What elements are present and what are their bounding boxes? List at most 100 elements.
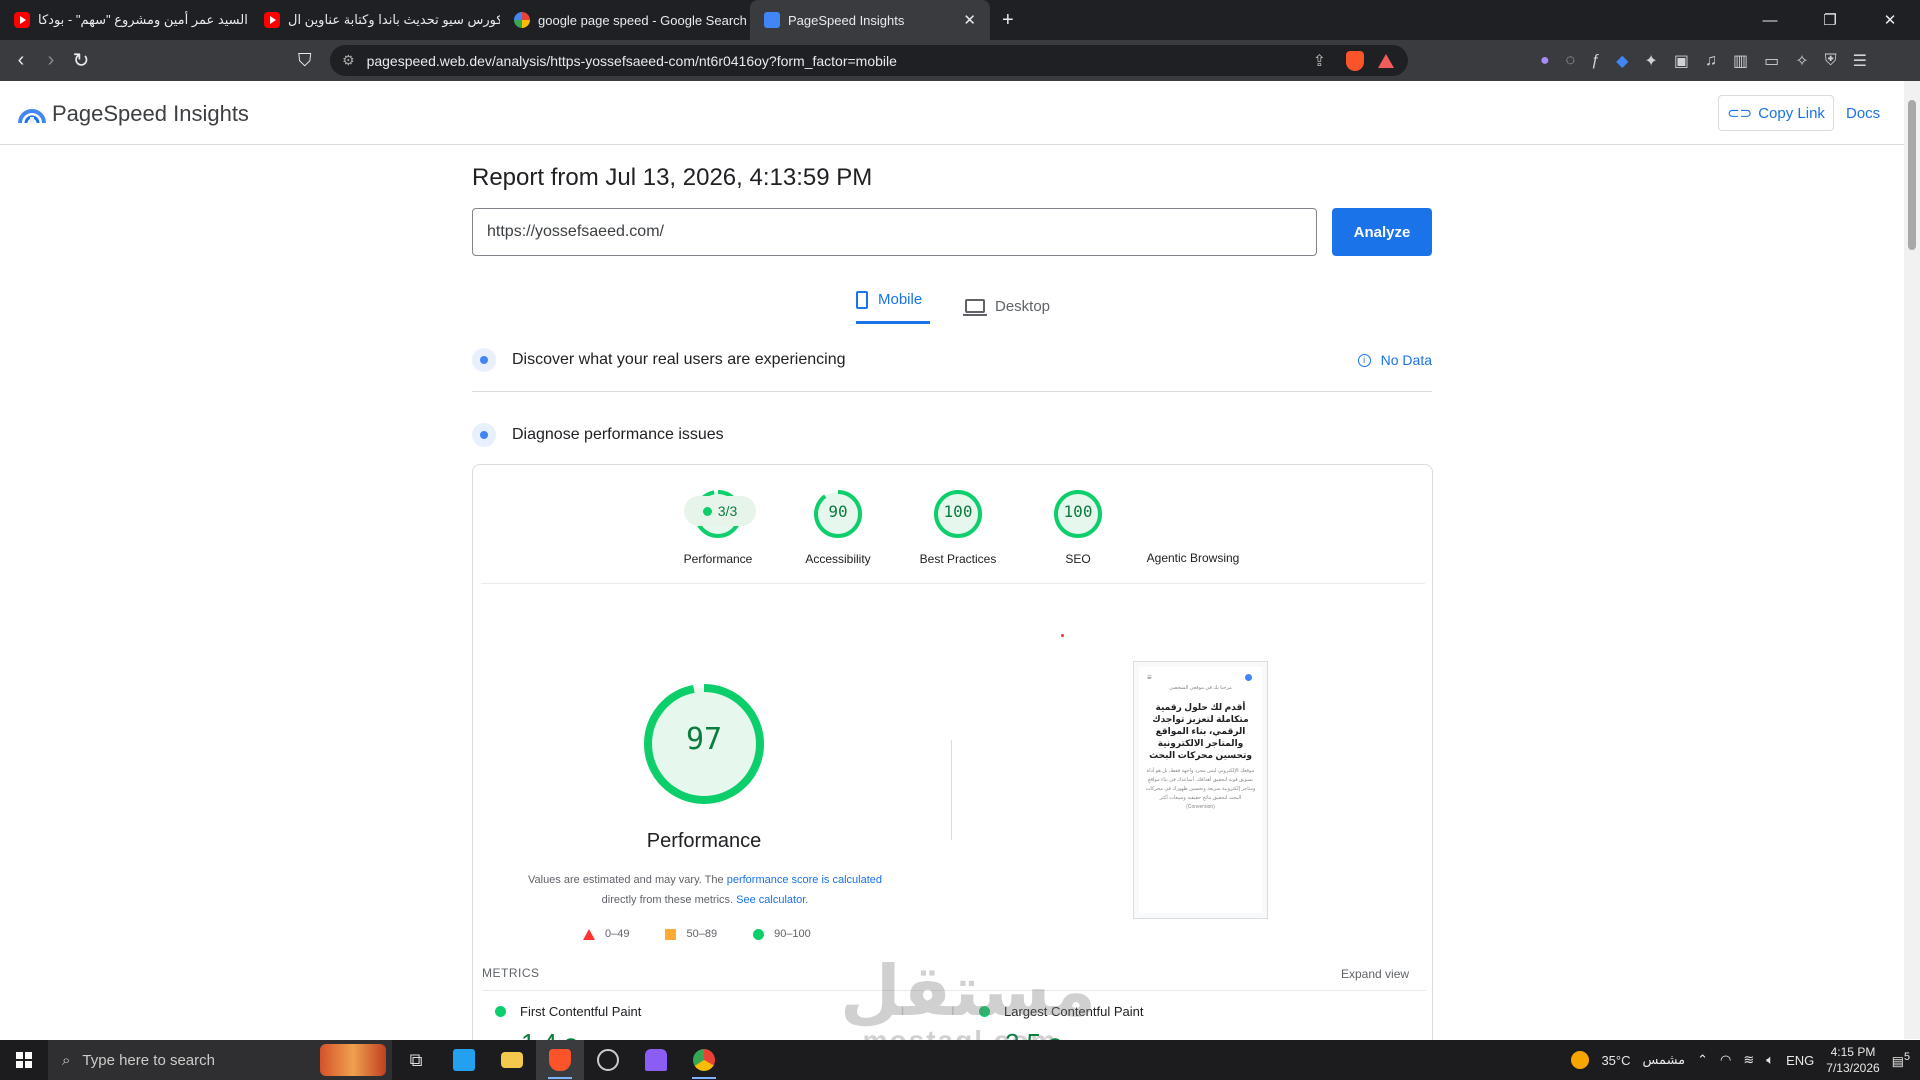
address-bar[interactable]: ⚙ pagespeed.web.dev/analysis/https-yosse… [330, 45, 1408, 76]
values-note-text-2: directly from these metrics. [601, 894, 734, 906]
back-icon[interactable]: ‹ [6, 49, 36, 72]
expand-view-button[interactable]: Expand view [1341, 967, 1409, 981]
field-data-section: Discover what your real users are experi… [472, 340, 1432, 380]
browser-tab-bar: السيد عمر أمين ومشروع "سهم" - بودكا كورس… [0, 0, 1920, 40]
network-icon[interactable]: ◠ [1720, 1052, 1731, 1068]
metric-fcp: First Contentful Paint [495, 1004, 641, 1019]
file-explorer-icon[interactable] [488, 1040, 536, 1080]
extension-icon[interactable]: ◌ [1566, 52, 1576, 70]
agentic-label: Agentic Browsing [1146, 551, 1240, 565]
see-calculator-link[interactable]: See calculator. [736, 894, 808, 906]
search-icon: ⌕ [62, 1051, 71, 1069]
gauge-label: Performance [683, 552, 753, 566]
agentic-browsing-badge[interactable]: 3/3 [684, 496, 756, 526]
vscode-icon[interactable] [440, 1040, 488, 1080]
scrollbar-thumb[interactable] [1908, 100, 1916, 250]
clock[interactable]: 4:15 PM 7/13/2026 [1826, 1044, 1879, 1076]
task-view-icon[interactable]: ⧉ [392, 1040, 440, 1080]
vpn-icon[interactable]: ⛨ [1825, 52, 1837, 70]
chevron-up-icon[interactable]: ⌃ [1697, 1052, 1708, 1068]
window-controls: — ❐ ✕ [1740, 0, 1920, 40]
docs-link[interactable]: Docs [1846, 105, 1880, 122]
menu-icon[interactable]: ☰ [1853, 51, 1867, 71]
extension-icon[interactable]: ◆ [1616, 51, 1628, 71]
language-indicator[interactable]: ENG [1786, 1053, 1814, 1068]
forward-icon[interactable]: › [36, 49, 66, 72]
obs-icon[interactable] [584, 1040, 632, 1080]
profile-icon[interactable]: ● [1540, 52, 1550, 70]
url-input[interactable]: https://yossefsaeed.com/ [472, 208, 1317, 256]
reload-icon[interactable]: ↻ [66, 48, 96, 73]
new-tab-button[interactable]: + [990, 9, 1026, 32]
marker-dot [1061, 634, 1064, 637]
values-note: Values are estimated and may vary. The p… [505, 870, 905, 910]
score-gauge-best-practices[interactable]: 100 Best Practices [898, 488, 1018, 566]
app-icon[interactable] [632, 1040, 680, 1080]
close-tab-icon[interactable]: ✕ [963, 11, 976, 29]
bookmark-icon[interactable]: ⛉ [298, 50, 312, 71]
restore-icon[interactable]: ❐ [1800, 0, 1860, 40]
score-legend: 0–49 50–89 90–100 [583, 928, 811, 940]
extension-icon[interactable]: ƒ [1591, 52, 1600, 70]
browser-tab[interactable]: كورس سيو تحديث باندا وكتابة عناوين ال [250, 0, 500, 40]
site-settings-icon[interactable]: ⚙ [342, 52, 355, 69]
minimize-icon[interactable]: — [1740, 0, 1800, 40]
gauge-value: 100 [1063, 502, 1093, 521]
browser-tab[interactable]: السيد عمر أمين ومشروع "سهم" - بودكا [0, 0, 250, 40]
extension-icon[interactable]: ▣ [1674, 51, 1689, 71]
card-divider [481, 583, 1425, 584]
score-calculated-link[interactable]: performance score is calculated [727, 874, 882, 886]
brave-browser-icon[interactable] [536, 1040, 584, 1080]
tab-desktop[interactable]: Desktop [963, 288, 1050, 324]
volume-icon[interactable]: 🔈︎ [1766, 1052, 1774, 1068]
score-gauge-seo[interactable]: 100 SEO [1018, 488, 1138, 566]
copy-link-label: Copy Link [1758, 104, 1825, 122]
gauge-label: SEO [1065, 552, 1091, 566]
browser-tab[interactable]: google page speed - Google Search [500, 0, 750, 40]
brave-rewards-icon[interactable] [1378, 53, 1394, 68]
close-window-icon[interactable]: ✕ [1860, 0, 1920, 40]
app-header: PageSpeed Insights ⊂⊃ Copy Link Docs [0, 81, 1904, 145]
performance-title: Performance [646, 830, 762, 852]
vertical-separator [951, 740, 952, 840]
analyze-button[interactable]: Analyze [1332, 208, 1432, 256]
start-button[interactable] [0, 1040, 48, 1080]
wifi-icon[interactable]: ≋ [1743, 1052, 1754, 1068]
wallet-icon[interactable]: ▭ [1764, 51, 1779, 71]
puzzle-icon[interactable]: ✦ [1644, 51, 1657, 71]
system-tray: 35°C مشمس ⌃ ◠ ≋ 🔈︎ ENG 4:15 PM 7/13/2026… [1571, 1040, 1920, 1080]
tab-mobile[interactable]: Mobile [856, 286, 930, 324]
tab-title: كورس سيو تحديث باندا وكتابة عناوين ال [288, 12, 500, 27]
diagnose-icon [472, 423, 496, 447]
taskbar-search[interactable]: ⌕ Type here to search [48, 1040, 392, 1080]
field-data-label: Discover what your real users are experi… [512, 351, 846, 368]
gauge-value: 90 [828, 502, 848, 521]
no-data-link[interactable]: i No Data [1357, 352, 1432, 368]
browser-tab-active[interactable]: PageSpeed Insights ✕ [750, 0, 990, 40]
media-icon[interactable]: ♫ [1705, 52, 1717, 70]
copy-link-button[interactable]: ⊂⊃ Copy Link [1718, 95, 1834, 131]
tab-title: السيد عمر أمين ومشروع "سهم" - بودكا [38, 12, 248, 27]
preview-headline: أقدم لك حلول رقمية متكاملة لتعزيز تواجدك… [1149, 702, 1252, 760]
watermark-arabic: مستقل [840, 952, 1097, 1030]
app-title: PageSpeed Insights [52, 101, 249, 126]
tab-title: PageSpeed Insights [788, 12, 905, 28]
pagespeed-icon [764, 12, 780, 28]
tab-title: google page speed - Google Search [538, 12, 747, 28]
brave-shield-icon[interactable] [1346, 50, 1364, 71]
pass-circle-icon [753, 928, 765, 940]
chrome-icon[interactable] [680, 1040, 728, 1080]
gauge-label: Best Practices [919, 552, 997, 566]
gauge-value: 100 [943, 502, 973, 521]
weather-temp[interactable]: 35°C [1601, 1053, 1630, 1068]
legend-fail-range: 0–49 [605, 928, 630, 940]
notifications-icon[interactable]: ▤5 [1892, 1051, 1910, 1069]
windows-taskbar: ⌕ Type here to search ⧉ 35°C مشمس ⌃ ◠ ≋ … [0, 1040, 1920, 1080]
preview-kicker: مرحبا بك في موقعي الشخصي [1169, 685, 1232, 691]
score-gauge-accessibility[interactable]: 90 Accessibility [778, 488, 898, 566]
sidebar-icon[interactable]: ▥ [1733, 51, 1748, 71]
share-icon[interactable]: ⇪ [1313, 51, 1326, 71]
leo-icon[interactable]: ✧ [1795, 51, 1808, 71]
youtube-icon [14, 12, 30, 28]
no-data-label: No Data [1380, 352, 1432, 368]
